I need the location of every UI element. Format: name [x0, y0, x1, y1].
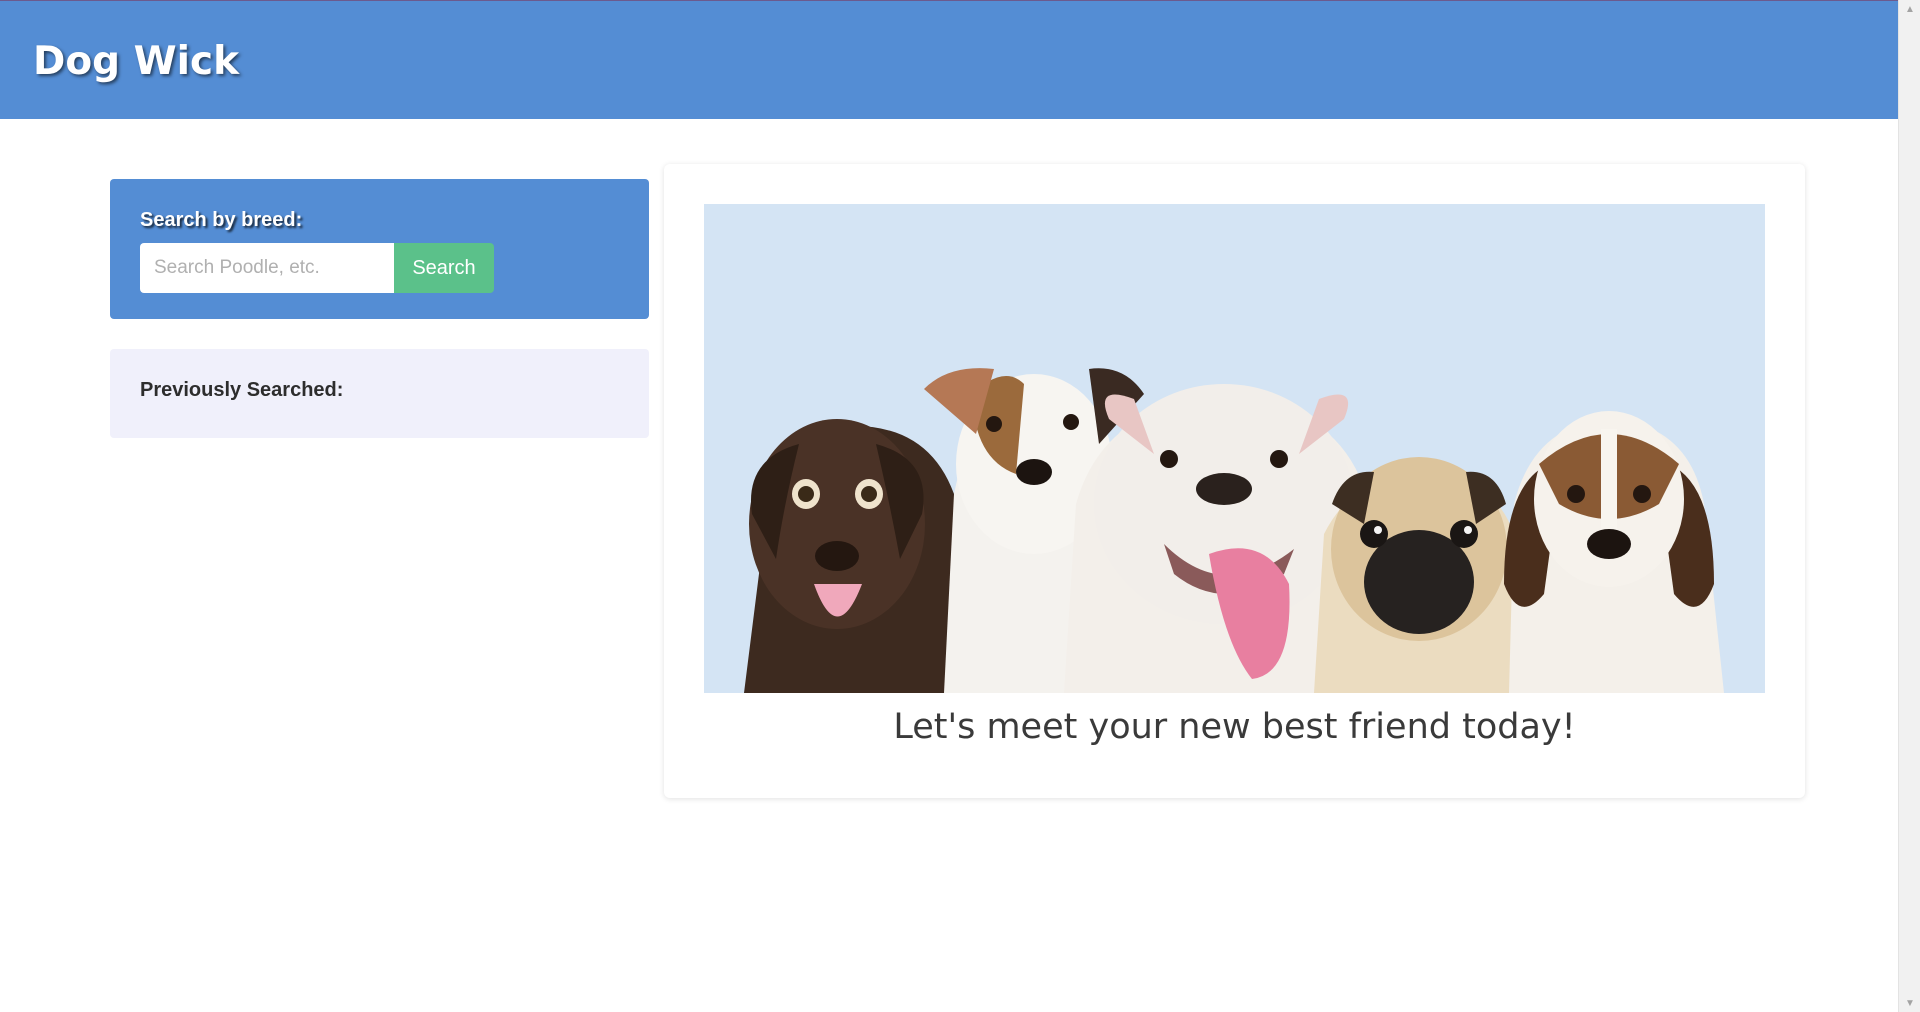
previously-searched-panel: Previously Searched: — [110, 349, 649, 438]
app-title: Dog Wick — [33, 39, 240, 84]
search-label: Search by breed: — [140, 209, 303, 231]
page: Dog Wick Search by breed: Search Previou… — [0, 0, 1920, 1012]
hero-card: Let's meet your new best friend today! — [664, 164, 1805, 798]
hero-caption: Let's meet your new best friend today! — [893, 707, 1576, 747]
search-input[interactable] — [140, 243, 394, 293]
scroll-down-arrow-icon[interactable]: ▼ — [1899, 994, 1920, 1012]
scroll-up-arrow-icon[interactable]: ▲ — [1899, 0, 1920, 18]
vertical-scrollbar[interactable]: ▲ ▼ — [1898, 0, 1920, 1012]
pug-puppy — [1314, 457, 1534, 693]
puppies-hero-image — [704, 204, 1765, 693]
previously-searched-label: Previously Searched: — [140, 379, 344, 401]
search-panel: Search by breed: Search — [110, 179, 649, 319]
app-header: Dog Wick — [0, 0, 1898, 119]
search-button[interactable]: Search — [394, 243, 494, 293]
